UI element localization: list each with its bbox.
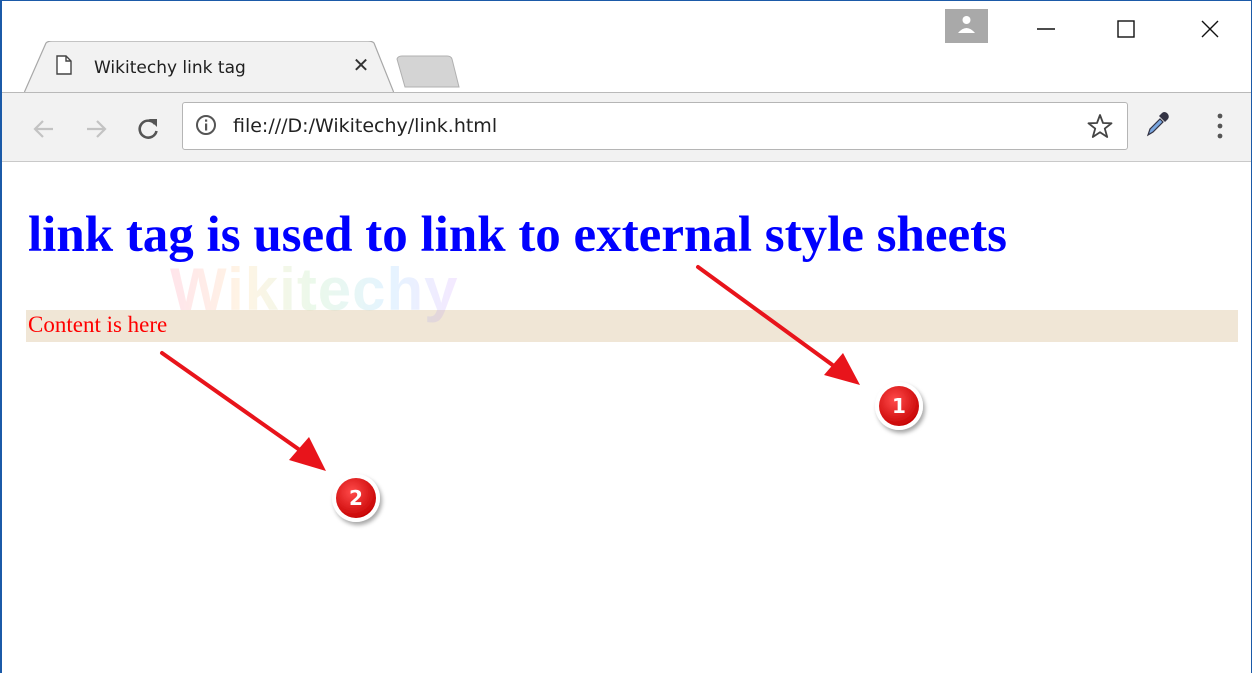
forward-arrow-icon [87, 120, 107, 138]
tab-close-button[interactable]: ✕ [350, 55, 372, 77]
maximize-icon [1117, 20, 1135, 38]
person-icon [958, 16, 975, 33]
eyedropper-icon[interactable] [1142, 109, 1172, 139]
profile-button[interactable] [945, 9, 988, 43]
browser-window: Wikitechy link tag ✕ file:///D:/Wikitech… [0, 0, 1252, 673]
close-icon [1201, 20, 1219, 38]
browser-toolbar: file:///D:/Wikitechy/link.html [2, 93, 1251, 162]
back-arrow-icon [33, 120, 53, 138]
minimize-icon [1037, 28, 1055, 30]
new-tab-button[interactable] [395, 55, 461, 89]
close-window-button[interactable] [1170, 9, 1250, 49]
info-icon[interactable] [195, 114, 217, 136]
kebab-menu-icon[interactable] [1210, 111, 1230, 141]
back-button[interactable] [30, 115, 58, 143]
page-icon [56, 55, 72, 75]
maximize-button[interactable] [1086, 9, 1166, 49]
forward-button[interactable] [82, 115, 110, 143]
content-paragraph: Content is here [28, 312, 168, 337]
title-bar: Wikitechy link tag ✕ [2, 1, 1251, 93]
reload-button[interactable] [134, 115, 162, 143]
address-bar[interactable]: file:///D:/Wikitechy/link.html [182, 102, 1128, 150]
tab-title: Wikitechy link tag [94, 58, 246, 78]
browser-tab[interactable]: Wikitechy link tag ✕ [24, 41, 394, 93]
minimize-button[interactable] [1006, 9, 1086, 49]
star-icon[interactable] [1087, 113, 1113, 139]
page-content: link tag is used to link to external sty… [2, 162, 1251, 673]
url-text[interactable]: file:///D:/Wikitechy/link.html [233, 115, 497, 137]
watermark-logo: Wikitechy [170, 256, 459, 323]
reload-icon [138, 119, 158, 139]
